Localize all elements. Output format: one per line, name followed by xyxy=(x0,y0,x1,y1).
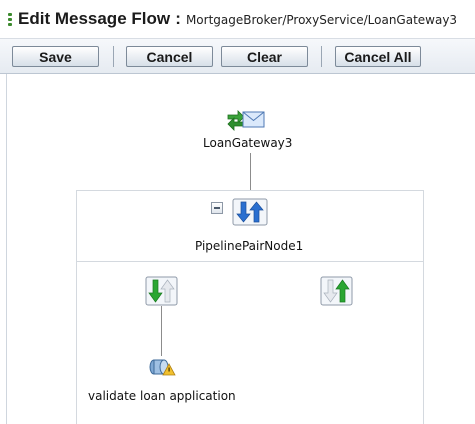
clear-button[interactable]: Clear xyxy=(221,46,308,67)
cancel-all-button[interactable]: Cancel All xyxy=(335,46,421,67)
cancel-button[interactable]: Cancel xyxy=(126,46,213,67)
collapse-toggle-icon[interactable] xyxy=(211,202,223,214)
pipeline-pair-divider xyxy=(76,261,424,262)
page-title: Edit Message Flow : MortgageBroker/Proxy… xyxy=(18,9,457,29)
page-title-text: Edit Message Flow xyxy=(18,9,171,28)
canvas-border xyxy=(6,74,7,424)
stage-icon[interactable] xyxy=(148,356,176,378)
resource-path: MortgageBroker/ProxyService/LoanGateway3 xyxy=(185,13,458,27)
title-separator: : xyxy=(175,9,181,28)
save-button[interactable]: Save xyxy=(12,46,99,67)
proxy-node-label[interactable]: LoanGateway3 xyxy=(203,136,292,150)
toolbar-separator xyxy=(113,46,114,67)
pipeline-pair-icon[interactable] xyxy=(232,198,268,226)
connector-line xyxy=(161,306,162,356)
message-flow-canvas: LoanGateway3 PipelinePairNode1 validate … xyxy=(0,74,475,424)
stage-label[interactable]: validate loan application xyxy=(88,389,236,403)
proxy-service-envelope-icon[interactable] xyxy=(225,108,265,132)
request-pipeline-icon[interactable] xyxy=(145,276,178,306)
pipeline-pair-label[interactable]: PipelinePairNode1 xyxy=(195,239,303,253)
connector-line xyxy=(250,153,251,190)
toolbar: Save Cancel Clear Cancel All xyxy=(0,39,475,74)
editor-header: Edit Message Flow : MortgageBroker/Proxy… xyxy=(0,0,475,39)
response-pipeline-icon[interactable] xyxy=(320,276,353,306)
toolbar-separator xyxy=(321,46,322,67)
drag-grip-icon xyxy=(8,13,13,27)
